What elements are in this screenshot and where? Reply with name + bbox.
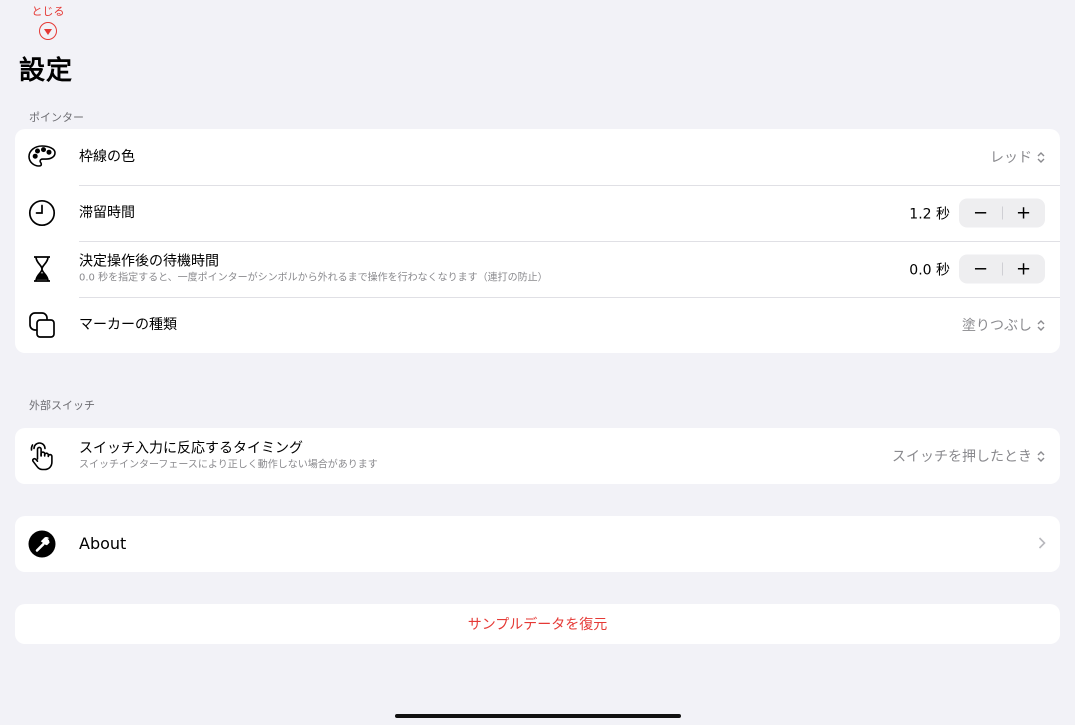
hourglass-icon [27,254,57,284]
chevron-up-down-icon [1037,450,1045,463]
close-label: とじる [31,5,65,18]
dwell-time-row: 滞留時間 1.2 秒 − + [15,185,1060,241]
marker-type-value: 塗りつぶし [961,318,1032,334]
dwell-time-increment-button[interactable]: + [1002,199,1045,228]
switch-timing-row[interactable]: スイッチ入力に反応するタイミング スイッチインターフェースにより正しく動作しない… [15,428,1060,484]
post-action-wait-description: 0.0 秒を指定すると、一度ポインターがシンボルから外れるまで操作を行わなくなり… [79,272,548,284]
restore-sample-data-button[interactable]: サンプルデータを復元 [15,604,1060,644]
marker-type-label: マーカーの種類 [79,317,177,333]
border-color-value: レッド [990,150,1032,166]
restore-sample-data-label: サンプルデータを復元 [467,617,608,633]
pointer-settings-group: 枠線の色 レッド 滞留時間 1.2 秒 − + 決定操作後の待機時間 0.0 秒… [15,129,1060,353]
chevron-up-down-icon [1037,319,1045,332]
section-header-pointer: ポインター [29,111,84,124]
about-group: About [15,516,1060,572]
dwell-time-stepper[interactable]: − + [959,198,1045,228]
clock-icon [27,198,57,228]
hand-tap-icon [27,441,57,471]
switch-timing-description: スイッチインターフェースにより正しく動作しない場合があります [79,459,378,471]
post-action-wait-increment-button[interactable]: + [1002,255,1045,284]
hammer-icon [27,529,57,559]
post-action-wait-stepper[interactable]: − + [959,254,1045,284]
switch-timing-label: スイッチ入力に反応するタイミング [79,440,303,457]
marker-type-row[interactable]: マーカーの種類 塗りつぶし [15,297,1060,353]
chevron-up-down-icon [1037,151,1045,164]
switch-timing-picker[interactable]: スイッチを押したとき [892,446,1045,466]
dwell-time-decrement-button[interactable]: − [959,199,1002,228]
page-title: 設定 [19,56,74,86]
chevron-right-icon [1038,535,1046,554]
section-header-external-switch: 外部スイッチ [29,399,95,412]
settings-screen: とじる 設定 ポインター 枠線の色 レッド 滞留時間 1.2 秒 − + 決定操… [0,0,1075,725]
post-action-wait-decrement-button[interactable]: − [959,255,1002,284]
palette-icon [27,142,57,172]
home-indicator [395,714,681,718]
dwell-time-label: 滞留時間 [79,205,135,221]
dwell-time-value: 1.2 秒 [909,206,950,222]
switch-timing-value: スイッチを押したとき [892,449,1032,465]
post-action-wait-row: 決定操作後の待機時間 0.0 秒を指定すると、一度ポインターがシンボルから外れる… [15,241,1060,297]
border-color-picker[interactable]: レッド [990,147,1045,167]
square-on-square-icon [27,310,57,340]
close-button[interactable]: とじる [28,5,68,40]
about-label: About [79,534,127,553]
switch-settings-group: スイッチ入力に反応するタイミング スイッチインターフェースにより正しく動作しない… [15,428,1060,484]
border-color-row[interactable]: 枠線の色 レッド [15,129,1060,185]
chevron-down-circle-icon [39,22,57,40]
about-row[interactable]: About [15,516,1060,572]
border-color-label: 枠線の色 [79,149,135,165]
post-action-wait-value: 0.0 秒 [909,262,950,278]
post-action-wait-label: 決定操作後の待機時間 [79,253,219,270]
marker-type-picker[interactable]: 塗りつぶし [962,315,1045,335]
